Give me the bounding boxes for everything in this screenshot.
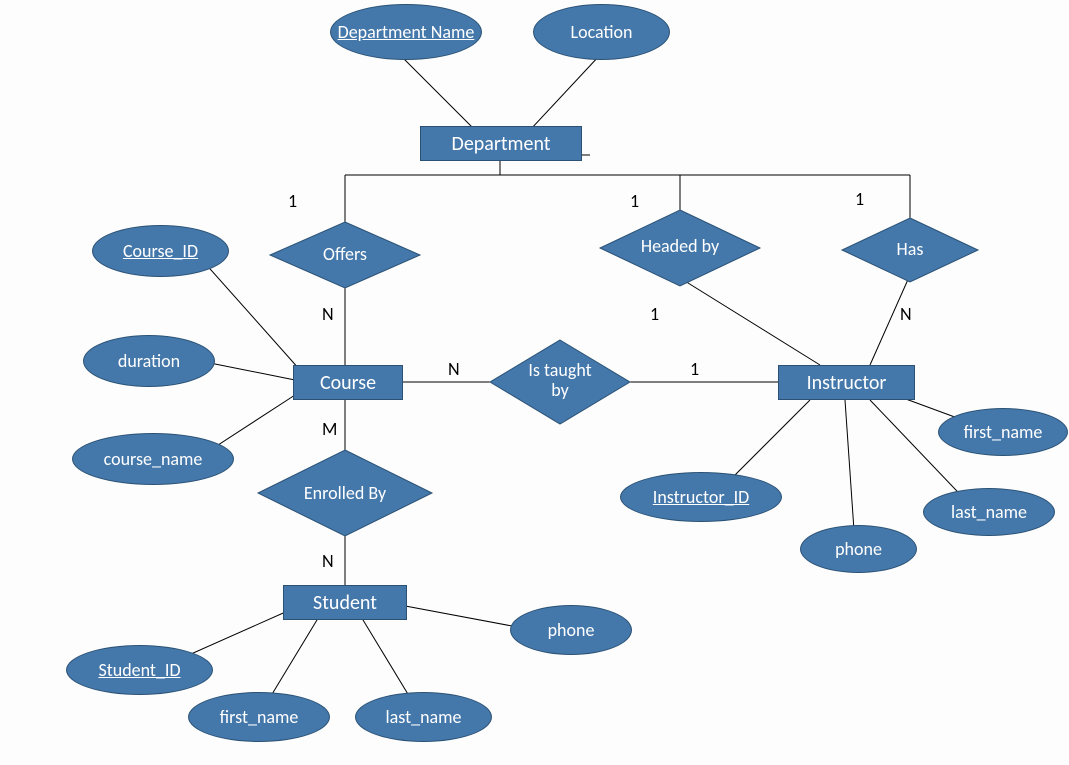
card-headed-instructor: 1 bbox=[650, 303, 659, 325]
attr-instructor-id: Instructor_ID bbox=[620, 472, 782, 522]
rel-taught-by: Is taught by bbox=[518, 352, 602, 410]
card-dept-offers: 1 bbox=[288, 190, 297, 212]
entity-student-label: Student bbox=[313, 591, 377, 615]
card-offers-course: N bbox=[322, 303, 334, 325]
card-enrolled-student: N bbox=[322, 550, 334, 572]
entity-course: Course bbox=[293, 365, 403, 400]
attr-duration: duration bbox=[83, 335, 215, 387]
attr-instructor-firstname: first_name bbox=[938, 408, 1068, 456]
entity-student: Student bbox=[283, 585, 407, 620]
attr-student-lastname: last_name bbox=[355, 692, 492, 742]
attr-department-name: Department Name bbox=[330, 4, 482, 60]
card-has-instructor: N bbox=[900, 303, 912, 325]
attr-student-firstname: first_name bbox=[188, 692, 330, 742]
card-course-taught: N bbox=[448, 358, 460, 380]
card-dept-has: 1 bbox=[855, 188, 864, 210]
rel-enrolled-by: Enrolled By bbox=[300, 472, 390, 516]
attr-instructor-lastname: last_name bbox=[923, 488, 1055, 536]
attr-location: Location bbox=[533, 4, 670, 60]
card-course-enrolled: M bbox=[322, 418, 337, 440]
card-taught-instructor: 1 bbox=[690, 358, 699, 380]
entity-department-label: Department bbox=[452, 132, 551, 156]
entity-instructor: Instructor bbox=[778, 365, 915, 400]
attr-student-phone: phone bbox=[510, 605, 632, 655]
attr-course-name: course_name bbox=[72, 433, 234, 485]
entity-course-label: Course bbox=[320, 371, 376, 395]
rel-headed-by: Headed by bbox=[640, 225, 720, 269]
card-dept-headed: 1 bbox=[630, 190, 639, 212]
attr-student-id: Student_ID bbox=[66, 645, 213, 695]
entity-department: Department bbox=[420, 126, 582, 161]
entity-instructor-label: Instructor bbox=[807, 371, 887, 395]
attr-course-id: Course_ID bbox=[92, 225, 229, 277]
rel-offers: Offers bbox=[300, 243, 390, 267]
attr-instructor-phone: phone bbox=[800, 525, 917, 573]
rel-has: Has bbox=[880, 238, 940, 262]
